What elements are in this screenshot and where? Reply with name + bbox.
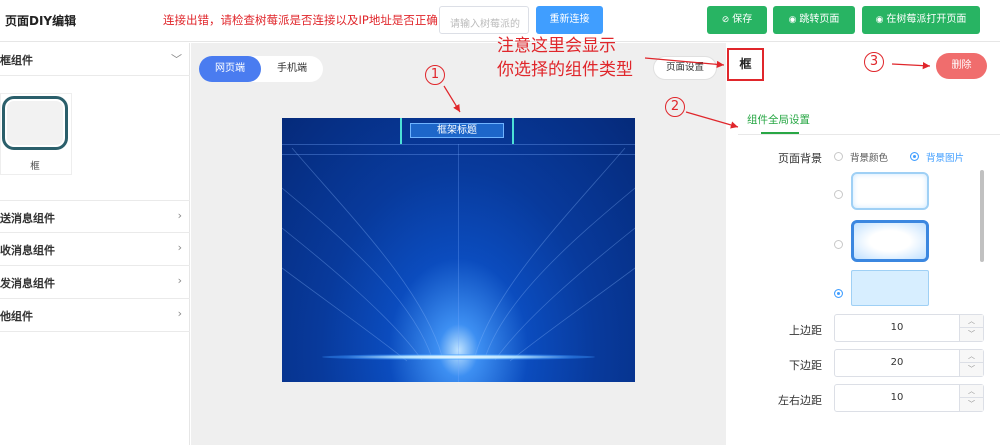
- frame-titlebar: 框架标题: [400, 118, 514, 144]
- decrement-button[interactable]: ﹀: [960, 398, 983, 411]
- open-on-pi-button[interactable]: ◉ 在树莓派打开页面: [862, 6, 980, 34]
- page-bg-label: 页面背景: [778, 152, 822, 165]
- open-on-pi-label: 在树莓派打开页面: [886, 14, 967, 25]
- preview-grid-line: [458, 144, 459, 382]
- save-button-label: 保存: [732, 14, 753, 25]
- page-preview[interactable]: 框架标题: [282, 118, 635, 382]
- side-margin-label: 左右边距: [778, 394, 822, 407]
- radio-bg-image[interactable]: [910, 152, 919, 161]
- tab-mobile[interactable]: 手机端: [261, 56, 323, 82]
- tab-divider: [738, 134, 1000, 135]
- stepper-controls: ︿ ﹀: [959, 350, 983, 376]
- side-margin-value[interactable]: 10: [835, 385, 959, 411]
- bottom-margin-value[interactable]: 20: [835, 350, 959, 376]
- canvas-area: 网页端 手机端 框架标题: [191, 43, 726, 445]
- bottom-margin-stepper[interactable]: 20 ︿ ﹀: [834, 349, 984, 377]
- category-send-receive[interactable]: 收发消息组件 ›: [0, 266, 190, 299]
- category-label: 接收消息组件: [0, 244, 55, 257]
- category-label: 发送消息组件: [0, 212, 55, 225]
- component-sidebar: 框组件 ﹀ 框 发送消息组件 › 接收消息组件 › 收发消息组件 › 他组件 ›: [0, 43, 190, 445]
- top-margin-label: 上边距: [789, 324, 822, 337]
- chevron-right-icon: ›: [177, 274, 182, 287]
- frame-component-preview: [2, 96, 68, 150]
- stepper-controls: ︿ ﹀: [959, 315, 983, 341]
- delete-button[interactable]: 删除: [936, 53, 987, 79]
- annotation-marker-2: 2: [665, 97, 685, 117]
- eye-icon: ◉: [875, 15, 884, 25]
- top-margin-stepper[interactable]: 10 ︿ ﹀: [834, 314, 984, 342]
- eye-icon: ◉: [788, 15, 797, 25]
- bg-thumbnail-2[interactable]: [851, 220, 929, 262]
- bottom-margin-label: 下边距: [789, 359, 822, 372]
- annotation-marker-1: 1: [425, 65, 445, 85]
- frame-component-label: 框: [30, 161, 40, 172]
- connection-error-message: 连接出错，请检查树莓派是否连接以及IP地址是否正确!: [163, 13, 443, 27]
- bg-thumbnail-3[interactable]: [851, 270, 929, 306]
- bg-image-option-label: 背景图片: [926, 153, 965, 164]
- category-label: 他组件: [0, 310, 33, 323]
- increment-button[interactable]: ︿: [960, 315, 983, 328]
- chevron-down-icon: ﹀: [171, 53, 182, 66]
- radio-bg-color[interactable]: [834, 152, 843, 161]
- category-label: 收发消息组件: [0, 277, 55, 290]
- frame-component-tile[interactable]: 框: [0, 93, 72, 175]
- category-other[interactable]: 他组件 ›: [0, 299, 190, 332]
- page-settings-button[interactable]: 页面设置: [653, 56, 717, 80]
- category-send[interactable]: 发送消息组件 ›: [0, 200, 190, 233]
- increment-button[interactable]: ︿: [960, 385, 983, 398]
- increment-button[interactable]: ︿: [960, 350, 983, 363]
- panel-scrollbar[interactable]: [980, 170, 984, 262]
- pi-address-input[interactable]: 请输入树莓派的: [439, 6, 529, 34]
- decrement-button[interactable]: ﹀: [960, 363, 983, 376]
- bg-color-option-label: 背景颜色: [850, 153, 889, 164]
- top-margin-value[interactable]: 10: [835, 315, 959, 341]
- stepper-controls: ︿ ﹀: [959, 385, 983, 411]
- radio-bg-thumb-2[interactable]: [834, 240, 843, 249]
- side-margin-stepper[interactable]: 10 ︿ ﹀: [834, 384, 984, 412]
- component-type-indicator: 框: [727, 48, 764, 81]
- save-button[interactable]: ⊘ 保存: [707, 6, 767, 34]
- category-label: 框组件: [0, 54, 33, 67]
- jump-page-label: 跳转页面: [799, 14, 840, 25]
- decrement-button[interactable]: ﹀: [960, 328, 983, 341]
- reconnect-button[interactable]: 重新连接: [536, 6, 603, 34]
- bg-thumbnail-1[interactable]: [851, 172, 929, 210]
- check-circle-icon: ⊘: [721, 15, 730, 25]
- annotation-note-line2: 你选择的组件类型: [497, 60, 633, 80]
- category-receive[interactable]: 接收消息组件 ›: [0, 233, 190, 266]
- radio-bg-thumb-1[interactable]: [834, 190, 843, 199]
- frame-title: 框架标题: [410, 123, 504, 138]
- chevron-right-icon: ›: [177, 209, 182, 222]
- jump-page-button[interactable]: ◉ 跳转页面: [773, 6, 855, 34]
- tab-web[interactable]: 网页端: [199, 56, 261, 82]
- chevron-right-icon: ›: [177, 241, 182, 254]
- view-toggle: 网页端 手机端: [199, 56, 323, 82]
- tab-global-settings[interactable]: 组件全局设置: [747, 112, 810, 127]
- annotation-marker-3: 3: [864, 52, 884, 72]
- chevron-right-icon: ›: [177, 307, 182, 320]
- app-title: 页面DIY编辑: [5, 14, 77, 28]
- category-frame[interactable]: 框组件 ﹀: [0, 43, 190, 76]
- preview-light-glow: [322, 354, 595, 360]
- radio-bg-thumb-3[interactable]: [834, 289, 843, 298]
- annotation-note-line1: 注意这里会显示: [497, 36, 616, 56]
